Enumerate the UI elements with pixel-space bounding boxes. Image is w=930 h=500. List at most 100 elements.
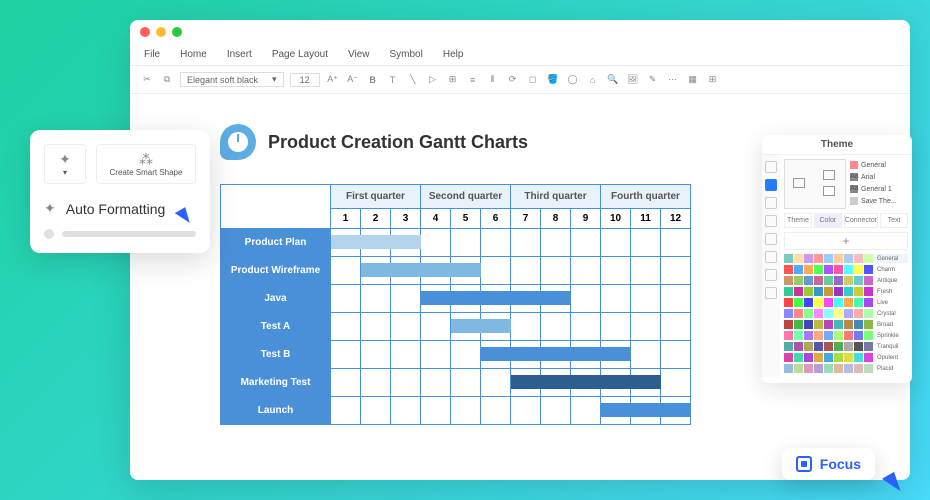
image-icon[interactable]: 🖼 <box>626 73 640 87</box>
gantt-cell[interactable] <box>451 313 481 341</box>
gantt-cell[interactable] <box>331 341 361 369</box>
gantt-cell[interactable] <box>481 285 511 313</box>
color-swatch[interactable] <box>784 353 793 362</box>
format-slider[interactable] <box>44 229 196 239</box>
color-swatch[interactable] <box>804 309 813 318</box>
color-swatch[interactable] <box>864 320 873 329</box>
color-swatch[interactable] <box>834 331 843 340</box>
grid-icon[interactable]: ⊞ <box>706 73 720 87</box>
color-swatch[interactable] <box>834 265 843 274</box>
search-icon[interactable]: 🔍 <box>606 73 620 87</box>
color-swatch[interactable] <box>844 298 853 307</box>
color-swatch[interactable] <box>844 309 853 318</box>
color-palette-row[interactable]: Tranquil <box>784 342 908 351</box>
gantt-cell[interactable] <box>511 257 541 285</box>
gantt-cell[interactable] <box>451 369 481 397</box>
more-icon[interactable]: ⋯ <box>666 73 680 87</box>
color-swatch[interactable] <box>844 254 853 263</box>
preset-item[interactable]: Save The... <box>850 197 904 205</box>
gantt-cell[interactable] <box>661 313 691 341</box>
color-swatch[interactable] <box>814 364 823 373</box>
gantt-cell[interactable] <box>571 341 601 369</box>
color-palette-row[interactable]: Charm <box>784 265 908 274</box>
color-swatch[interactable] <box>804 331 813 340</box>
color-swatch[interactable] <box>794 342 803 351</box>
gantt-cell[interactable] <box>451 285 481 313</box>
crop-icon[interactable]: ⌂ <box>586 73 600 87</box>
color-swatch[interactable] <box>804 298 813 307</box>
color-swatch[interactable] <box>864 353 873 362</box>
preset-item[interactable]: AaGeneral 1 <box>850 185 904 193</box>
font-family-select[interactable]: Elegant soft black▾ <box>180 72 284 87</box>
color-swatch[interactable] <box>824 353 833 362</box>
color-swatch[interactable] <box>804 276 813 285</box>
color-swatch[interactable] <box>784 320 793 329</box>
spark-button[interactable]: ✦▾ <box>44 144 86 184</box>
font-plus-icon[interactable]: A⁺ <box>326 73 340 87</box>
gantt-cell[interactable] <box>631 229 661 257</box>
tab-text[interactable]: Text <box>880 213 908 228</box>
gantt-cell[interactable] <box>481 341 511 369</box>
color-swatch[interactable] <box>854 287 863 296</box>
gantt-cell[interactable] <box>631 285 661 313</box>
color-swatch[interactable] <box>794 364 803 373</box>
text-icon[interactable]: T <box>386 73 400 87</box>
color-swatch[interactable] <box>834 254 843 263</box>
strip-icon[interactable] <box>765 233 777 245</box>
color-swatch[interactable] <box>824 309 833 318</box>
color-palette-row[interactable]: Sprinkle <box>784 331 908 340</box>
color-swatch[interactable] <box>794 320 803 329</box>
color-swatch[interactable] <box>844 287 853 296</box>
gantt-cell[interactable] <box>331 369 361 397</box>
gantt-cell[interactable] <box>421 369 451 397</box>
color-swatch[interactable] <box>844 342 853 351</box>
gantt-cell[interactable] <box>631 257 661 285</box>
gantt-cell[interactable] <box>601 397 631 425</box>
gantt-cell[interactable] <box>541 341 571 369</box>
color-swatch[interactable] <box>804 320 813 329</box>
color-swatch[interactable] <box>824 287 833 296</box>
distribute-icon[interactable]: ⫴ <box>486 73 500 87</box>
strip-icon[interactable] <box>765 161 777 173</box>
color-swatch[interactable] <box>854 298 863 307</box>
gantt-cell[interactable] <box>421 285 451 313</box>
gantt-cell[interactable] <box>601 341 631 369</box>
color-swatch[interactable] <box>834 276 843 285</box>
gantt-cell[interactable] <box>451 229 481 257</box>
color-swatch[interactable] <box>834 342 843 351</box>
maximize-dot[interactable] <box>172 27 182 37</box>
line-icon[interactable]: ╲ <box>406 73 420 87</box>
color-swatch[interactable] <box>814 265 823 274</box>
gantt-cell[interactable] <box>391 341 421 369</box>
color-swatch[interactable] <box>804 353 813 362</box>
gantt-cell[interactable] <box>481 257 511 285</box>
gantt-cell[interactable] <box>511 341 541 369</box>
gantt-cell[interactable] <box>421 229 451 257</box>
color-swatch[interactable] <box>784 254 793 263</box>
menu-insert[interactable]: Insert <box>227 49 252 60</box>
gantt-chart[interactable]: First quarter Second quarter Third quart… <box>220 184 691 425</box>
strip-icon[interactable] <box>765 197 777 209</box>
gantt-cell[interactable] <box>601 313 631 341</box>
color-swatch[interactable] <box>814 254 823 263</box>
color-palette-row[interactable]: Placid <box>784 364 908 373</box>
color-palette-row[interactable]: Broad <box>784 320 908 329</box>
gantt-cell[interactable] <box>541 229 571 257</box>
color-swatch[interactable] <box>844 331 853 340</box>
gantt-cell[interactable] <box>541 257 571 285</box>
color-swatch[interactable] <box>854 364 863 373</box>
menu-file[interactable]: File <box>144 49 160 60</box>
gantt-cell[interactable] <box>571 285 601 313</box>
color-swatch[interactable] <box>814 276 823 285</box>
gantt-cell[interactable] <box>331 285 361 313</box>
gantt-cell[interactable] <box>361 397 391 425</box>
color-swatch[interactable] <box>824 265 833 274</box>
color-swatch[interactable] <box>794 276 803 285</box>
color-swatch[interactable] <box>784 287 793 296</box>
copy-icon[interactable]: ⧉ <box>160 73 174 87</box>
tab-connector[interactable]: Connector <box>844 213 878 228</box>
color-swatch[interactable] <box>804 254 813 263</box>
gantt-cell[interactable] <box>451 257 481 285</box>
gantt-cell[interactable] <box>541 313 571 341</box>
gantt-cell[interactable] <box>511 285 541 313</box>
